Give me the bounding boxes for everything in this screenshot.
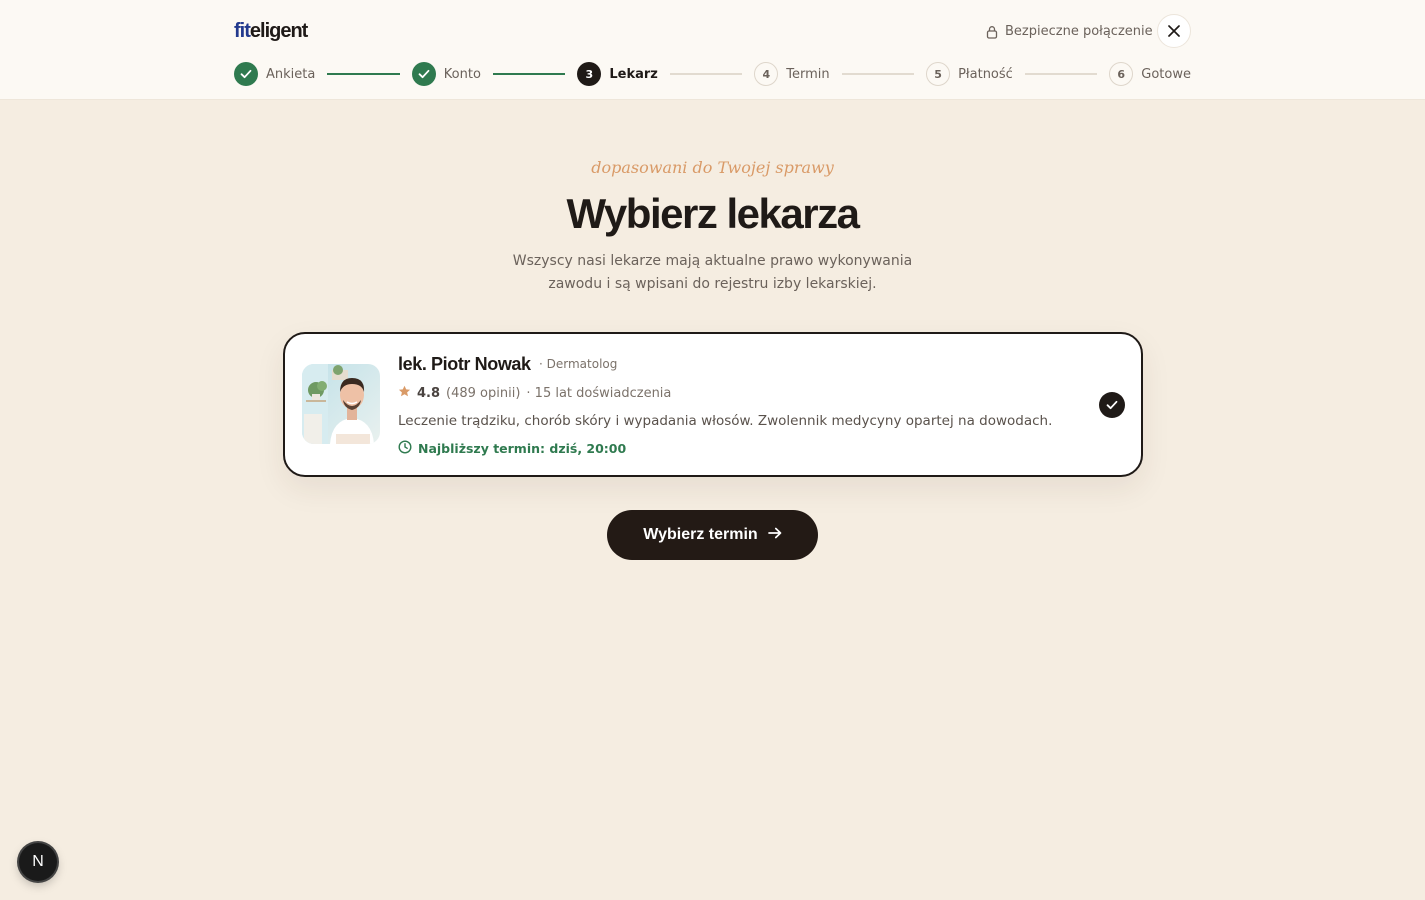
doctor-name: lek. Piotr Nowak [398,354,531,374]
next-slot-label: Najbliższy termin: dziś, 20:00 [418,441,627,456]
step-connector [669,73,743,75]
doctor-experience: · 15 lat doświadczenia [526,386,672,401]
step-label: Gotowe [1141,66,1191,82]
hero-eyebrow: dopasowani do Twojej sprawy [591,158,834,177]
step-connector [841,73,915,75]
step-number: 6 [1109,62,1134,86]
step-number: 4 [754,62,779,86]
logo[interactable]: fiteligent [234,20,308,43]
dev-badge-label: N [32,853,44,870]
logo-eligent: eligent [249,20,308,42]
step-connector [327,73,400,75]
step-gotowe: 6 Gotowe [1109,62,1191,86]
lock-icon [986,25,998,39]
doctor-reviews: (489 opinii) [446,386,521,401]
check-icon [411,62,436,86]
clock-icon [398,440,412,457]
selected-check-icon [1099,392,1125,418]
step-label: Ankieta [266,66,316,82]
step-label: Konto [443,66,481,82]
doctor-card[interactable]: lek. Piotr Nowak · Dermatolog 4.8 (489 o… [283,332,1143,477]
page-subtitle: Wszyscy nasi lekarze mają aktualne prawo… [512,253,913,292]
doctor-rating: 4.8 [417,386,441,401]
arrow-right-icon [767,526,782,544]
step-connector [492,73,566,75]
choose-date-button[interactable]: Wybierz termin [607,510,818,560]
close-icon [1168,22,1180,41]
step-connector [1024,73,1098,75]
logo-fit: fit [234,20,251,42]
check-icon [234,62,258,86]
step-platnosc: 5 Płatność [926,62,1013,86]
star-icon [398,385,411,402]
dev-tools-badge[interactable]: N [19,843,57,881]
step-label: Płatność [958,66,1013,82]
step-konto[interactable]: Konto [411,62,481,86]
secure-connection-label: Bezpieczne połączenie [1005,24,1153,39]
top-header: fiteligent Bezpieczne połączenie Ankieta [0,0,1425,100]
step-lekarz: 3 Lekarz [577,62,658,86]
doctor-rating-row: 4.8 (489 opinii) · 15 lat doświadczenia [398,385,671,402]
doctor-avatar [302,364,380,444]
step-number: 5 [926,62,951,86]
step-ankieta[interactable]: Ankieta [234,62,315,86]
page-title: Wybierz lekarza [566,190,860,237]
doctor-specialty: · Dermatolog [539,357,618,371]
doctor-bio: Leczenie trądziku, chorób skóry i wypada… [398,413,1053,429]
progress-stepper: Ankieta Konto 3 Lekarz 4 Termin 5 Płatno… [234,62,1191,86]
secure-connection: Bezpieczne połączenie [986,24,1153,39]
step-label: Termin [786,66,830,82]
step-label: Lekarz [609,66,658,82]
next-slot: Najbliższy termin: dziś, 20:00 [398,440,626,457]
close-button[interactable] [1157,14,1191,48]
step-number: 3 [577,62,602,86]
step-termin: 4 Termin [754,62,830,86]
choose-date-label: Wybierz termin [643,526,758,543]
